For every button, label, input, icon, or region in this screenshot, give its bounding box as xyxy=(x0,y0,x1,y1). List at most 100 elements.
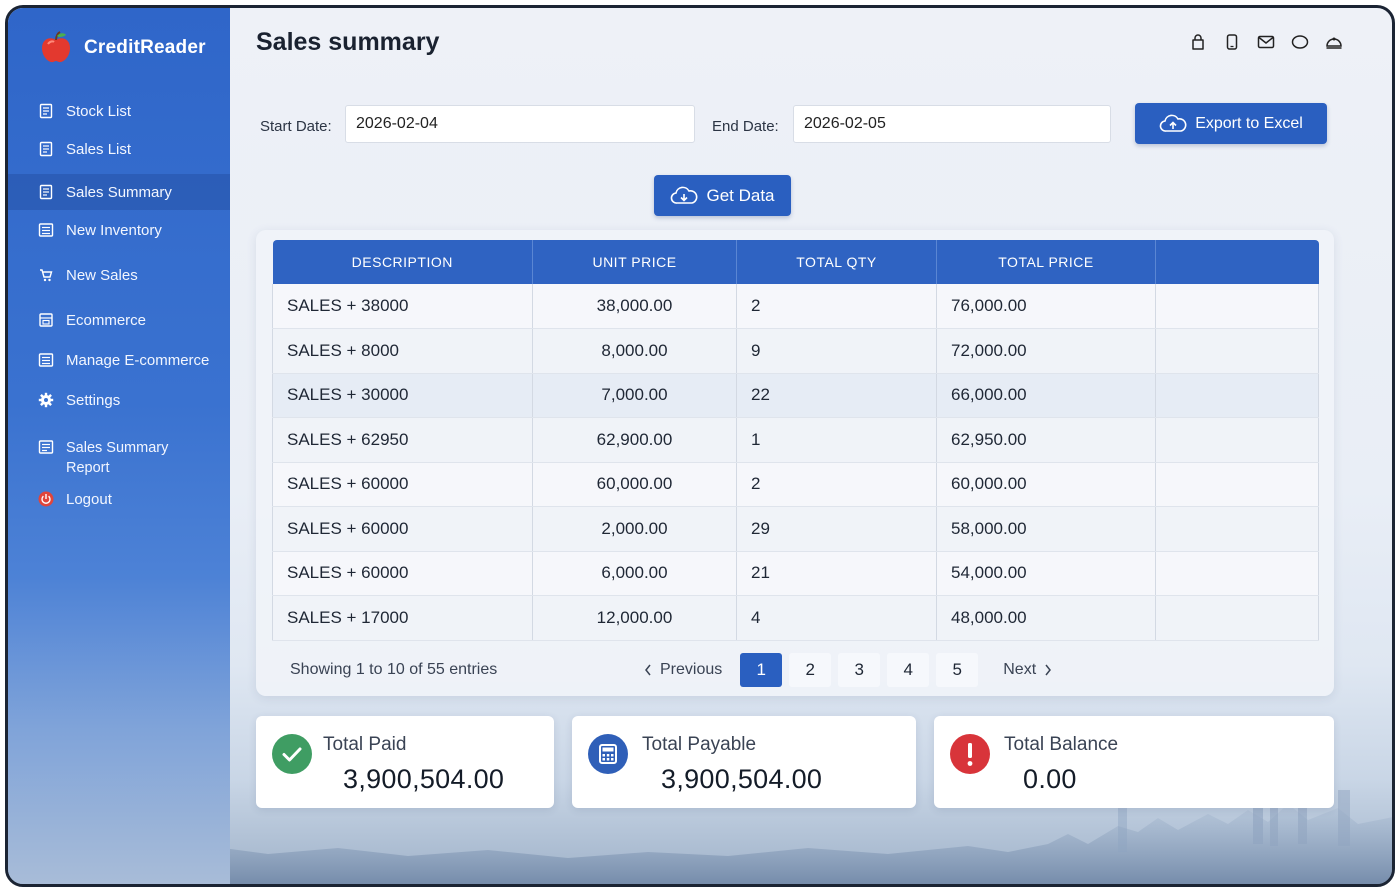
phone-icon[interactable] xyxy=(1222,32,1242,52)
report-icon xyxy=(38,440,54,454)
sidebar-item-label: Settings xyxy=(66,392,121,409)
page-button-5[interactable]: 5 xyxy=(936,653,979,687)
sidebar-item-label: Ecommerce xyxy=(66,312,147,329)
cell-extra xyxy=(1155,417,1319,463)
export-to-excel-button[interactable]: Export to Excel xyxy=(1135,103,1327,144)
page-button-1[interactable]: 1 xyxy=(740,653,783,687)
sidebar-item-label: Logout xyxy=(66,491,112,508)
page-button-4[interactable]: 4 xyxy=(887,653,930,687)
document-icon xyxy=(39,103,53,119)
cell-extra xyxy=(1155,284,1319,329)
cell-description: SALES + 60000 xyxy=(272,551,533,596)
column-header-total-qty[interactable]: TOTAL QTY xyxy=(736,240,937,284)
previous-page-button[interactable]: Previous xyxy=(644,661,722,679)
calculator-icon xyxy=(588,734,628,774)
sidebar-item-sales-summary[interactable]: Sales Summary xyxy=(8,174,230,210)
total-payable-card: Total Payable 3,900,504.00 xyxy=(572,716,916,808)
sidebar-item-stock-list[interactable]: Stock List xyxy=(8,102,230,126)
header-toolbar xyxy=(1188,32,1344,52)
cell-unit-price: 38,000.00 xyxy=(532,284,737,329)
total-paid-value: 3,900,504.00 xyxy=(343,764,505,794)
chat-icon[interactable] xyxy=(1290,32,1310,52)
column-header-total-price[interactable]: TOTAL PRICE xyxy=(936,240,1156,284)
cell-total-price: 66,000.00 xyxy=(936,373,1156,418)
table-row[interactable]: SALES + 60000 2,000.00 29 58,000.00 xyxy=(272,506,1319,552)
cell-extra xyxy=(1155,373,1319,418)
apple-icon xyxy=(42,31,70,63)
sidebar-item-label: Stock List xyxy=(66,103,132,120)
sidebar-item-manage-ecommerce[interactable]: Manage E-commerce xyxy=(8,351,230,375)
power-icon xyxy=(38,491,54,507)
cell-description: SALES + 60000 xyxy=(272,506,533,552)
page-button-2[interactable]: 2 xyxy=(789,653,832,687)
cell-unit-price: 8,000.00 xyxy=(532,328,737,374)
document-icon xyxy=(39,141,53,157)
end-date-input[interactable]: 2026-02-05 xyxy=(793,105,1111,143)
cell-description: SALES + 8000 xyxy=(272,328,533,374)
page-title: Sales summary xyxy=(256,28,440,56)
export-to-excel-label: Export to Excel xyxy=(1195,114,1303,132)
cell-total-qty: 2 xyxy=(736,462,937,507)
table-row[interactable]: SALES + 60000 6,000.00 21 54,000.00 xyxy=(272,551,1319,596)
sidebar-item-logout[interactable]: Logout xyxy=(8,490,230,514)
cell-total-price: 58,000.00 xyxy=(936,506,1156,552)
table-row[interactable]: SALES + 30000 7,000.00 22 66,000.00 xyxy=(272,373,1319,418)
cell-unit-price: 2,000.00 xyxy=(532,506,737,552)
cell-description: SALES + 30000 xyxy=(272,373,533,418)
sidebar-item-new-inventory[interactable]: New Inventory xyxy=(8,221,230,245)
column-header-unit-price[interactable]: UNIT PRICE xyxy=(532,240,737,284)
table-row[interactable]: SALES + 60000 60,000.00 2 60,000.00 xyxy=(272,462,1319,507)
table-row[interactable]: SALES + 38000 38,000.00 2 76,000.00 xyxy=(272,284,1319,329)
app-window: CreditReader Stock List Sales List Sales… xyxy=(5,5,1395,887)
total-balance-value: 0.00 xyxy=(1023,764,1077,794)
table-row[interactable]: SALES + 8000 8,000.00 9 72,000.00 xyxy=(272,328,1319,374)
column-header-description[interactable]: DESCRIPTION xyxy=(272,240,533,284)
cell-unit-price: 62,900.00 xyxy=(532,417,737,463)
cell-total-price: 60,000.00 xyxy=(936,462,1156,507)
gear-icon xyxy=(38,392,54,408)
total-balance-title: Total Balance xyxy=(1004,734,1119,755)
table-row[interactable]: SALES + 17000 12,000.00 4 48,000.00 xyxy=(272,595,1319,641)
sidebar-item-sales-list[interactable]: Sales List xyxy=(8,140,230,164)
cell-total-qty: 22 xyxy=(736,373,937,418)
start-date-input[interactable]: 2026-02-04 xyxy=(345,105,695,143)
sidebar-item-label: Sales List xyxy=(66,141,132,158)
store-icon xyxy=(39,313,53,327)
sidebar-item-new-sales[interactable]: New Sales xyxy=(8,266,230,290)
sidebar-item-settings[interactable]: Settings xyxy=(8,391,230,415)
sidebar-item-label: Sales Summary xyxy=(66,184,172,201)
brand-name: CreditReader xyxy=(84,37,206,58)
cell-extra xyxy=(1155,328,1319,374)
cell-description: SALES + 62950 xyxy=(272,417,533,463)
chevron-right-icon xyxy=(1045,664,1052,676)
total-paid-card: Total Paid 3,900,504.00 xyxy=(256,716,554,808)
brand[interactable]: CreditReader xyxy=(38,30,206,66)
cell-description: SALES + 60000 xyxy=(272,462,533,507)
cell-unit-price: 7,000.00 xyxy=(532,373,737,418)
cell-total-price: 48,000.00 xyxy=(936,595,1156,641)
table-row[interactable]: SALES + 62950 62,900.00 1 62,950.00 xyxy=(272,417,1319,463)
next-page-button[interactable]: Next xyxy=(1003,661,1052,679)
profile-icon[interactable] xyxy=(1324,32,1344,52)
bag-icon[interactable] xyxy=(1188,32,1208,52)
cell-extra xyxy=(1155,595,1319,641)
get-data-label: Get Data xyxy=(706,185,775,205)
sidebar-item-sales-summary-report[interactable]: Sales Summary Report xyxy=(8,438,230,482)
cell-total-qty: 2 xyxy=(736,284,937,329)
start-date-value: 2026-02-04 xyxy=(356,115,438,132)
total-paid-title: Total Paid xyxy=(323,734,407,755)
get-data-button[interactable]: Get Data xyxy=(654,175,791,216)
page-button-3[interactable]: 3 xyxy=(838,653,881,687)
alert-icon xyxy=(950,734,990,774)
cell-description: SALES + 17000 xyxy=(272,595,533,641)
end-date-value: 2026-02-05 xyxy=(804,115,886,132)
sidebar-item-label: New Sales xyxy=(66,267,138,284)
cell-total-price: 76,000.00 xyxy=(936,284,1156,329)
cell-total-qty: 4 xyxy=(736,595,937,641)
cloud-download-icon xyxy=(671,186,698,204)
check-circle-icon xyxy=(272,734,312,774)
sidebar-item-ecommerce[interactable]: Ecommerce xyxy=(8,311,230,335)
sales-summary-table: DESCRIPTION UNIT PRICE TOTAL QTY TOTAL P… xyxy=(272,240,1319,641)
sidebar-item-label: New Inventory xyxy=(66,222,162,239)
mail-icon[interactable] xyxy=(1256,32,1276,52)
